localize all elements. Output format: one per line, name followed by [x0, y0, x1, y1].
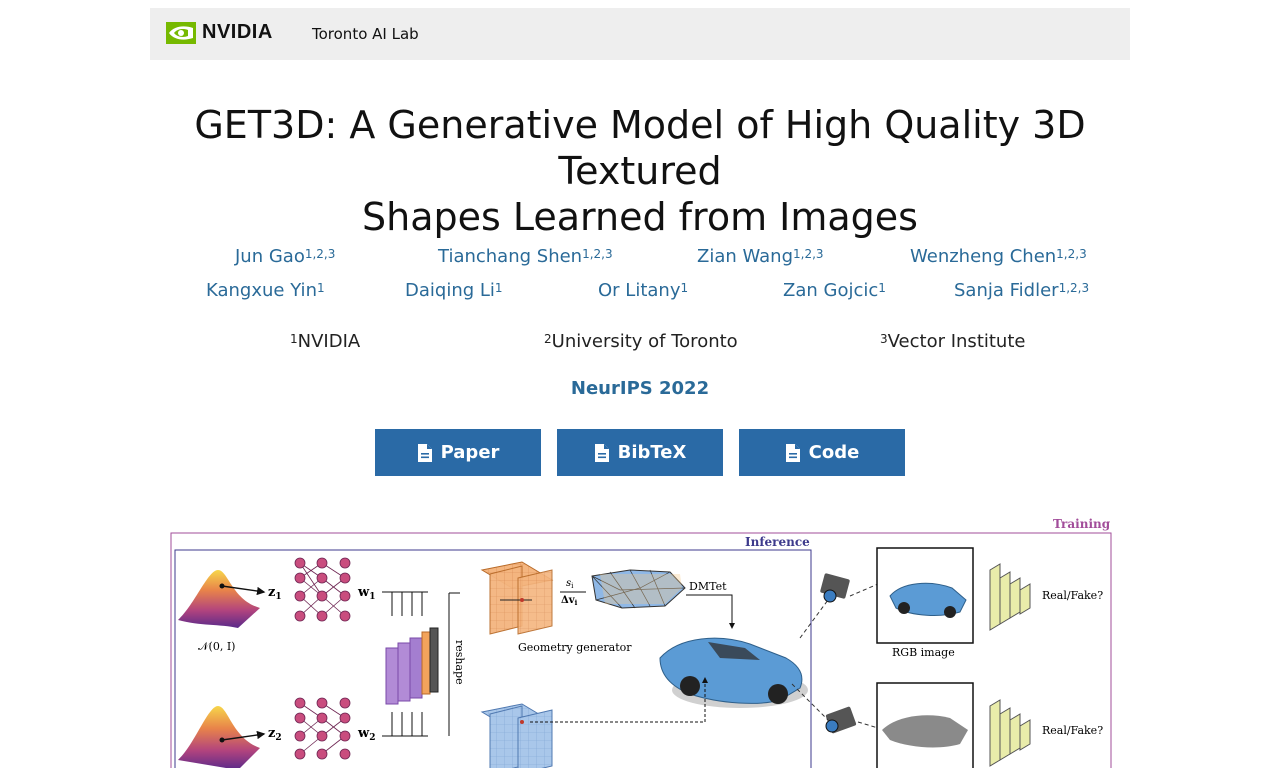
w1-label: w1 [357, 585, 375, 602]
code-button[interactable]: Code [739, 429, 905, 476]
file-icon [785, 443, 800, 462]
dv-label: Δvi [561, 595, 578, 607]
z1-label: z1 [268, 585, 282, 602]
author-link[interactable]: Jun Gao1,2,3 [235, 246, 335, 267]
paper-button-label: Paper [440, 442, 500, 463]
institution: 3Vector Institute [880, 331, 1026, 352]
author-link[interactable]: Zan Gojcic1 [783, 280, 886, 301]
author-link[interactable]: Sanja Fidler1,2,3 [954, 280, 1089, 301]
method-overview-figure: Training Inference z1 𝒩(0, I) w1 reshape… [160, 508, 1120, 768]
nvidia-eye-icon [166, 21, 196, 44]
rgb-image-label: RGB image [892, 646, 955, 659]
camera-icon [820, 573, 850, 603]
geometry-generator-label: Geometry generator [518, 641, 632, 654]
generated-car-render [659, 637, 808, 708]
tetrahedral-mesh [591, 569, 686, 609]
paper-button[interactable]: Paper [375, 429, 541, 476]
normal-distribution-label: 𝒩(0, I) [198, 640, 235, 653]
discriminator-2 [989, 699, 1031, 767]
w2-label: w2 [357, 726, 375, 743]
file-icon [417, 443, 432, 462]
nvidia-logo[interactable]: NVIDIA [166, 21, 273, 44]
texture-triplane [480, 703, 554, 768]
author-link[interactable]: Daiqing Li1 [405, 280, 503, 301]
nvidia-wordmark: NVIDIA [202, 21, 273, 43]
real-fake-label-1: Real/Fake? [1042, 589, 1103, 602]
author-link[interactable]: Wenzheng Chen1,2,3 [910, 246, 1087, 267]
inference-label: Inference [745, 535, 810, 549]
author-link[interactable]: Tianchang Shen1,2,3 [438, 246, 613, 267]
author-link[interactable]: Zian Wang1,2,3 [697, 246, 824, 267]
synthesis-feature-stack [385, 627, 439, 705]
mapping-network-2 [294, 697, 351, 760]
institution: 2University of Toronto [544, 331, 738, 352]
training-label: Training [1053, 517, 1111, 531]
title-line-1: GET3D: A Generative Model of High Qualit… [194, 103, 1086, 193]
discriminator-1 [989, 563, 1031, 631]
pipeline-diagram: Training Inference z1 𝒩(0, I) w1 reshape… [170, 517, 1112, 768]
mapping-network-1 [294, 557, 351, 622]
bibtex-button-label: BibTeX [617, 442, 687, 463]
top-nav-bar: NVIDIA Toronto AI Lab [150, 8, 1130, 60]
real-fake-label-2: Real/Fake? [1042, 724, 1103, 737]
si-label: si [566, 578, 574, 590]
author-link[interactable]: Or Litany1 [598, 280, 688, 301]
venue-label: NeurIPS 2022 [570, 378, 710, 399]
camera-icon [825, 706, 857, 734]
reshape-label: reshape [453, 640, 466, 685]
latent-distribution-1 [178, 570, 260, 628]
geometry-triplane [480, 561, 554, 635]
code-button-label: Code [808, 442, 860, 463]
dmtet-label: DMTet [689, 580, 727, 593]
z2-label: z2 [268, 726, 282, 743]
author-link[interactable]: Kangxue Yin1 [206, 280, 325, 301]
title-line-2: Shapes Learned from Images [362, 195, 918, 239]
institution: 1NVIDIA [290, 331, 361, 352]
page-title: GET3D: A Generative Model of High Qualit… [150, 102, 1130, 240]
lab-name[interactable]: Toronto AI Lab [312, 25, 419, 43]
bibtex-button[interactable]: BibTeX [557, 429, 723, 476]
file-icon [594, 443, 609, 462]
